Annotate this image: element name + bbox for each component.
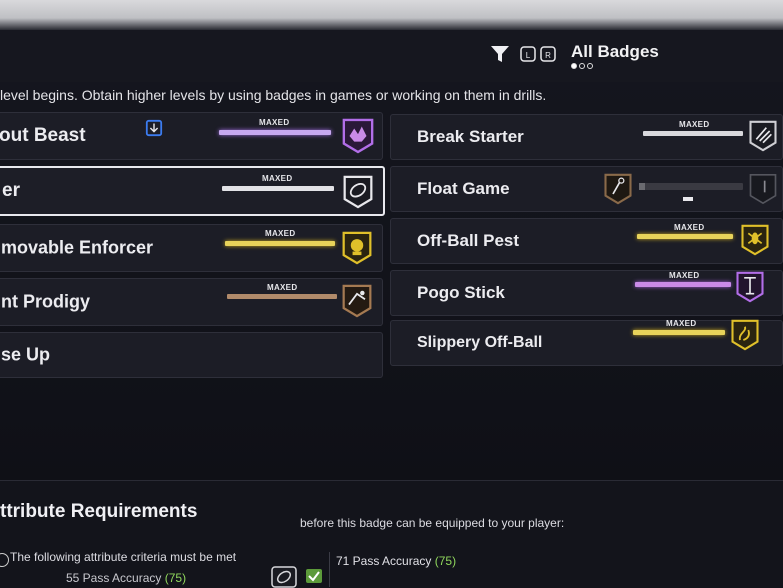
badge-card[interactable]: Break Starter MAXED: [390, 114, 783, 160]
divider: [329, 552, 330, 587]
page-title: All Badges: [571, 42, 659, 61]
svg-text:R: R: [545, 51, 551, 60]
requirement-label: 71 Pass Accuracy: [336, 554, 432, 568]
requirement-value: (75): [434, 554, 457, 568]
prodigy-badge-icon: [342, 284, 372, 318]
requirement-item: 55 Pass Accuracy (75): [66, 571, 186, 585]
maxed-label: MAXED: [262, 174, 293, 183]
page-indicator: [571, 63, 601, 71]
badge-card-selected[interactable]: er MAXED: [0, 166, 385, 216]
maxed-label: MAXED: [267, 283, 298, 292]
page-dot-1: [571, 63, 577, 69]
filter-icon[interactable]: [489, 43, 511, 65]
ball-badge-icon: [271, 566, 297, 588]
badge-card[interactable]: Slippery Off-Ball MAXED: [390, 319, 783, 366]
badge-card[interactable]: movable Enforcer MAXED: [0, 224, 383, 272]
badge-name: Pogo Stick: [417, 283, 505, 302]
badge-name: Break Starter: [417, 127, 524, 146]
badge-card[interactable]: Pogo Stick MAXED: [390, 270, 783, 316]
badge-name: out Beast: [0, 125, 86, 146]
badge-card[interactable]: Float Game: [390, 166, 783, 212]
next-tier-badge-icon: [749, 174, 777, 205]
page-dot-3: [587, 63, 593, 69]
badge-name: se Up: [1, 344, 51, 365]
intro-text: level begins. Obtain higher levels by us…: [0, 87, 547, 103]
break-starter-badge-icon: [749, 120, 777, 152]
badge-card[interactable]: se Up: [0, 332, 383, 378]
slippery-badge-icon: [731, 319, 759, 351]
requirement-item: 71 Pass Accuracy (75): [336, 554, 456, 568]
progress-bar: [639, 183, 743, 190]
maxed-label: MAXED: [669, 271, 700, 280]
ball-badge-icon: [343, 175, 373, 209]
lb-bumper-icon[interactable]: L: [520, 45, 536, 63]
progress-bar: [633, 330, 725, 335]
progress-marker: [683, 197, 693, 201]
badge-card[interactable]: out Beast MAXED: [0, 112, 383, 160]
badge-name: Float Game: [417, 179, 510, 198]
pogo-badge-icon: [736, 271, 764, 303]
maxed-label: MAXED: [674, 223, 705, 232]
float-game-badge-icon: [604, 173, 632, 205]
progress-bar: [637, 234, 733, 239]
requirements-title: ttribute Requirements: [0, 501, 198, 522]
progress-fill: [639, 183, 645, 190]
badge-name: er: [2, 180, 20, 201]
progress-bar: [225, 241, 335, 246]
requirement-label: 55 Pass Accuracy: [66, 571, 162, 585]
badge-card[interactable]: nt Prodigy MAXED: [0, 278, 383, 326]
tier-indicator-icon: [145, 119, 163, 137]
maxed-label: MAXED: [259, 118, 290, 127]
progress-bar: [227, 294, 337, 299]
progress-bar: [219, 130, 331, 135]
progress-bar: [635, 282, 731, 287]
badge-name: nt Prodigy: [1, 291, 90, 312]
header-bar: [0, 30, 783, 82]
maxed-label: MAXED: [265, 229, 296, 238]
enforcer-badge-icon: [342, 231, 372, 265]
pest-badge-icon: [741, 224, 769, 256]
maxed-label: MAXED: [679, 120, 710, 129]
criteria-label: The following attribute criteria must be…: [10, 550, 237, 564]
rb-bumper-icon[interactable]: R: [540, 45, 556, 63]
check-icon: [306, 569, 322, 583]
badge-name: Off-Ball Pest: [417, 231, 520, 250]
requirement-value: (75): [164, 571, 187, 585]
svg-text:L: L: [526, 51, 531, 60]
badge-name: movable Enforcer: [1, 237, 154, 258]
badge-card[interactable]: Off-Ball Pest MAXED: [390, 218, 783, 264]
requirements-description: before this badge can be equipped to you…: [300, 516, 565, 530]
page-dot-2: [579, 63, 585, 69]
progress-bar: [643, 131, 743, 136]
maxed-label: MAXED: [666, 319, 697, 328]
badge-name: Slippery Off-Ball: [417, 334, 543, 351]
progress-bar: [222, 186, 334, 191]
monitor-bezel: [0, 0, 783, 30]
beast-badge-icon: [342, 118, 374, 154]
